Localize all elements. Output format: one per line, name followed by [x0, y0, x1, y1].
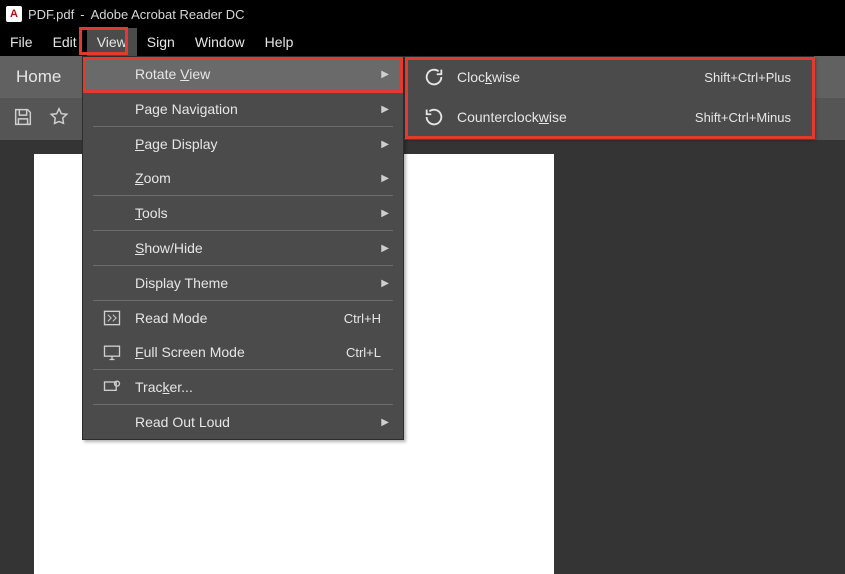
menu-tracker[interactable]: Tracker...	[83, 370, 403, 404]
counterclockwise-label: Counterclockwise	[457, 109, 567, 125]
menu-help[interactable]: Help	[255, 28, 304, 56]
full-screen-shortcut: Ctrl+L	[346, 345, 381, 360]
read-mode-icon	[101, 307, 123, 329]
menu-edit[interactable]: Edit	[43, 28, 87, 56]
read-out-loud-label: Read Out Loud	[135, 414, 381, 430]
rotate-view-submenu: Clockwise Shift+Ctrl+Plus Counterclockwi…	[404, 56, 814, 138]
menu-read-out-loud[interactable]: Read Out Loud ▶	[83, 405, 403, 439]
full-screen-icon	[101, 341, 123, 363]
menu-page-navigation[interactable]: Page Navigation ▶	[83, 92, 403, 126]
submenu-arrow-icon: ▶	[381, 173, 389, 184]
menu-sign[interactable]: Sign	[137, 28, 185, 56]
clockwise-shortcut: Shift+Ctrl+Plus	[704, 70, 791, 85]
full-screen-label: Full Screen Mode	[135, 344, 245, 360]
tracker-label: Tracker...	[135, 379, 193, 395]
menu-read-mode[interactable]: Read Mode Ctrl+H	[83, 301, 403, 335]
star-icon[interactable]	[48, 106, 70, 133]
read-mode-label: Read Mode	[135, 310, 314, 326]
menu-page-display[interactable]: Page Display ▶	[83, 127, 403, 161]
rotate-counterclockwise-icon	[423, 106, 445, 128]
counterclockwise-shortcut: Shift+Ctrl+Minus	[695, 110, 791, 125]
title-dash: -	[80, 7, 84, 22]
show-hide-label: Show/Hide	[135, 240, 203, 256]
submenu-arrow-icon: ▶	[381, 139, 389, 150]
menu-view[interactable]: View	[87, 28, 137, 56]
view-dropdown: Rotate View ▶ Page Navigation ▶ Page Dis…	[82, 56, 404, 440]
tracker-icon	[101, 376, 123, 398]
menu-file[interactable]: File	[0, 28, 43, 56]
menu-display-theme[interactable]: Display Theme ▶	[83, 266, 403, 300]
submenu-arrow-icon: ▶	[381, 69, 389, 80]
rotate-view-label: Rotate View	[135, 66, 210, 82]
zoom-label: Zoom	[135, 170, 171, 186]
tools-label: Tools	[135, 205, 168, 221]
submenu-arrow-icon: ▶	[381, 208, 389, 219]
read-mode-shortcut: Ctrl+H	[344, 311, 381, 326]
page-display-label: Page Display	[135, 136, 218, 152]
submenu-arrow-icon: ▶	[381, 417, 389, 428]
save-icon[interactable]	[12, 106, 34, 133]
menubar: File Edit View Sign Window Help	[0, 28, 845, 56]
title-appname: Adobe Acrobat Reader DC	[91, 7, 245, 22]
menu-counterclockwise[interactable]: Counterclockwise Shift+Ctrl+Minus	[405, 97, 813, 137]
display-theme-label: Display Theme	[135, 275, 381, 291]
submenu-arrow-icon: ▶	[381, 104, 389, 115]
home-tab[interactable]: Home	[16, 67, 61, 87]
submenu-arrow-icon: ▶	[381, 243, 389, 254]
page-navigation-label: Page Navigation	[135, 101, 381, 117]
acrobat-app-icon: A	[6, 6, 22, 22]
menu-rotate-view[interactable]: Rotate View ▶	[83, 57, 403, 91]
menu-full-screen[interactable]: Full Screen Mode Ctrl+L	[83, 335, 403, 369]
menu-zoom[interactable]: Zoom ▶	[83, 161, 403, 195]
rotate-clockwise-icon	[423, 66, 445, 88]
menu-clockwise[interactable]: Clockwise Shift+Ctrl+Plus	[405, 57, 813, 97]
clockwise-label: Clockwise	[457, 69, 520, 85]
menu-show-hide[interactable]: Show/Hide ▶	[83, 231, 403, 265]
titlebar: A PDF.pdf - Adobe Acrobat Reader DC	[0, 0, 845, 28]
menu-tools[interactable]: Tools ▶	[83, 196, 403, 230]
submenu-arrow-icon: ▶	[381, 278, 389, 289]
title-filename: PDF.pdf	[28, 7, 74, 22]
menu-window[interactable]: Window	[185, 28, 255, 56]
